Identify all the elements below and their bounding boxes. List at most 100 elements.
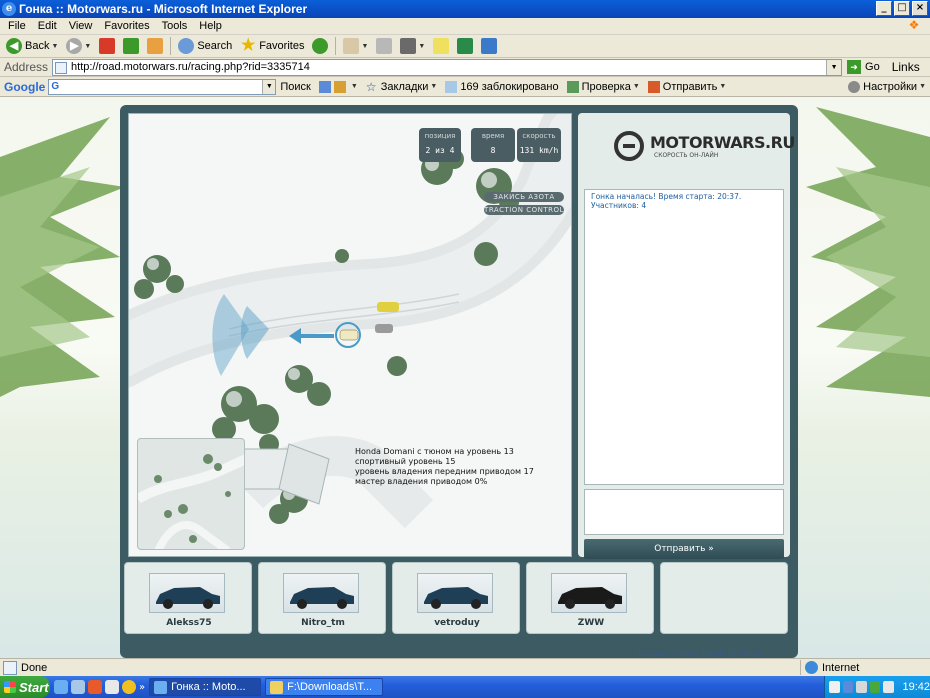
minimap [137,438,245,550]
menu-help[interactable]: Help [193,20,228,32]
car-icon [290,587,354,609]
player-card[interactable]: vetroduy [392,562,520,634]
chat-log[interactable]: Гонка началась! Время старта: 20:37. Уча… [584,189,784,485]
pagerank-icon [333,80,346,93]
chat-send-button[interactable]: Отправить » [584,539,784,559]
links-button[interactable]: Links [892,60,920,74]
messenger-button[interactable] [453,36,477,56]
chat-input[interactable] [584,489,784,535]
tray-nvidia-icon[interactable] [869,681,880,693]
logo-brand: MOTORWARS.RU [650,133,795,152]
research-button[interactable] [477,36,501,56]
edit-button[interactable]: ▼ [396,36,429,56]
maximize-button[interactable]: □ [894,1,910,16]
logo-emblem-icon [614,131,644,161]
google-search-input[interactable]: G ▼ [48,78,277,95]
player-card[interactable]: Nitro_tm [258,562,386,634]
forum-link[interactable]: Форум [700,650,724,658]
history-button[interactable] [308,36,332,56]
chat-message: Участников: 4 [591,201,647,210]
stop-icon [99,38,116,54]
windows-logo-icon: ❖ [908,18,920,32]
google-tools-button[interactable]: ▼ [315,80,362,93]
hud-speed-label: скорость [522,132,556,140]
tray-shield-icon[interactable] [883,681,894,693]
taskbar-clock[interactable]: 19:42 [903,681,930,693]
exit-race-link[interactable]: Выход из гонки [636,650,694,658]
address-label: Address [4,60,49,74]
print-icon [376,38,393,54]
page-done-icon [3,660,17,675]
google-dropdown-button[interactable]: ▼ [262,79,276,94]
google-search-label: Поиск [280,80,311,93]
menu-view[interactable]: View [63,20,99,32]
popup-blocker-button[interactable]: 169 заблокировано [441,80,562,93]
footer-links: Выход из гонки | Форум | Помощь [636,650,762,658]
leaves-decoration-right [806,107,930,397]
go-arrow-icon: ➜ [847,60,862,74]
hud-speed-value: 131 km/h [519,146,559,155]
close-button[interactable]: × [912,1,928,16]
app-quicklaunch-icon[interactable] [105,680,119,694]
nitro-button[interactable]: ЗАКИСЬ АЗОТА [484,192,564,202]
menu-tools[interactable]: Tools [156,20,194,32]
stop-button[interactable] [95,36,119,56]
page-icon [55,61,68,74]
settings-icon [848,80,861,93]
desktop-quicklaunch-icon[interactable] [71,680,85,694]
go-button[interactable]: ➜ Go [847,60,880,74]
taskbar-item-ie[interactable]: Гонка :: Moto... [149,678,262,696]
search-icon [178,38,195,54]
player-card[interactable]: ZWW [526,562,654,634]
minimap-track [138,454,244,549]
star-icon: ☆ [365,79,377,94]
player-card[interactable]: Alekss75 [124,562,252,634]
help-link[interactable]: Помощь [731,650,761,658]
minimize-button[interactable]: _ [876,1,892,16]
search-button[interactable]: Search [174,36,236,56]
address-input[interactable]: http://road.motorwars.ru/racing.php?rid=… [52,58,843,76]
back-button[interactable]: ◀ Back ▼ [2,36,62,56]
refresh-icon [123,38,140,54]
menu-favorites[interactable]: Favorites [98,20,155,32]
player-name: ZWW [577,618,605,628]
race-track-view[interactable]: позиция 2 из 4 время 8 скорость 131 km/h… [128,113,572,557]
quicklaunch-more-icon[interactable]: » [139,682,145,693]
google-settings-button[interactable]: Настройки ▼ [844,80,930,93]
chevron-down-icon: ▼ [719,83,727,90]
chrome-quicklaunch-icon[interactable] [122,680,136,694]
chevron-down-icon: ▼ [84,42,92,50]
address-dropdown-button[interactable]: ▼ [826,59,842,75]
mail-button[interactable]: ▼ [339,36,372,56]
send-icon [647,80,660,93]
menu-edit[interactable]: Edit [32,20,63,32]
taskbar-item-explorer[interactable]: F:\Downloads\T... [265,678,384,696]
security-zone: Internet [800,660,859,675]
traction-control-button[interactable]: TRACTION CONTROL [484,205,564,215]
refresh-button[interactable] [119,36,143,56]
chevron-down-icon: ▼ [51,42,59,50]
media-quicklaunch-icon[interactable] [88,680,102,694]
print-button[interactable] [372,36,396,56]
tray-volume-icon[interactable] [856,681,867,693]
spellcheck-button[interactable]: Проверка ▼ [563,80,644,93]
forward-button[interactable]: ▶ ▼ [62,36,95,56]
back-label: Back [25,40,50,52]
taskbar-item-label: F:\Downloads\T... [287,681,373,693]
google-logo[interactable]: Google [0,80,48,94]
google-send-button[interactable]: Отправить ▼ [644,80,730,93]
notes-icon [433,38,450,54]
player-name: Nitro_tm [301,618,345,628]
notes-button[interactable] [429,36,453,56]
google-search-button[interactable]: Поиск [276,81,314,93]
player-name: vetroduy [434,618,480,628]
tray-network-icon[interactable] [842,681,853,693]
home-button[interactable] [143,36,167,56]
google-bookmarks-button[interactable]: ☆ Закладки ▼ [362,81,442,93]
favorites-button[interactable]: ★ Favorites [236,36,308,56]
start-button[interactable]: Start [0,676,50,698]
tray-app-icon[interactable] [829,681,840,693]
menu-file[interactable]: File [2,20,32,32]
mail-icon [343,38,360,54]
ie-quicklaunch-icon[interactable] [54,680,68,694]
